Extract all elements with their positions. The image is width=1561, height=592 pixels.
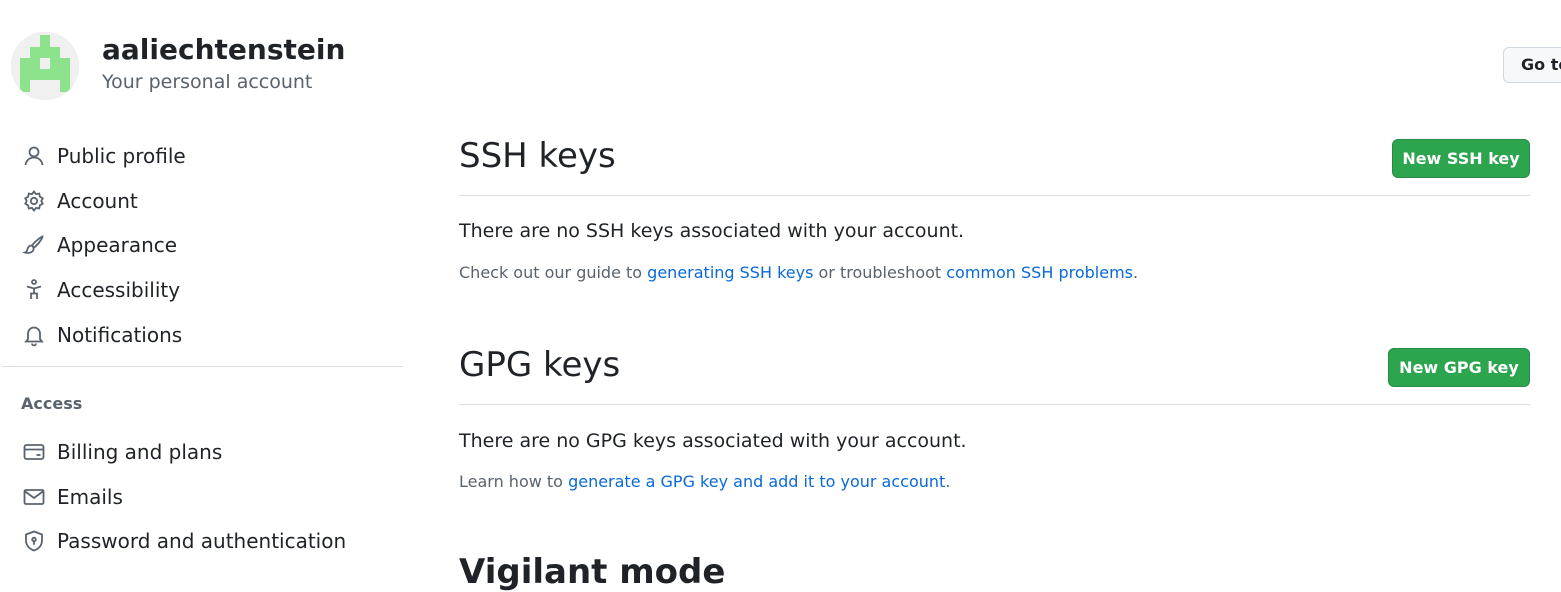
sidebar-divider: [2, 366, 403, 367]
vigilant-mode-title: Vigilant mode: [459, 552, 726, 592]
shield-lock-icon: [22, 529, 46, 553]
new-gpg-key-button[interactable]: New GPG key: [1388, 348, 1530, 387]
sidebar-item-label: Billing and plans: [57, 440, 223, 464]
sidebar-item-label: Appearance: [57, 233, 178, 257]
gpg-help-text: Learn how to generate a GPG key and add …: [459, 472, 950, 491]
mail-icon: [22, 485, 46, 509]
person-icon: [22, 144, 46, 168]
credit-card-icon: [22, 440, 46, 464]
sidebar-item-label: Password and authentication: [57, 529, 347, 553]
help-text-middle: or troubleshoot: [813, 263, 947, 282]
section-divider: [459, 404, 1530, 405]
accessibility-icon: [22, 278, 46, 302]
gpg-keys-title: GPG keys: [459, 345, 621, 385]
help-text-prefix: Check out our guide to: [459, 263, 648, 282]
sidebar-item-account[interactable]: Account: [12, 181, 392, 221]
gpg-empty-message: There are no GPG keys associated with yo…: [459, 430, 967, 452]
common-ssh-problems-link[interactable]: common SSH problems: [946, 263, 1133, 282]
ssh-empty-message: There are no SSH keys associated with yo…: [459, 220, 965, 242]
bell-icon: [22, 323, 46, 347]
sidebar-item-appearance[interactable]: Appearance: [12, 225, 392, 265]
generate-gpg-key-link[interactable]: generate a GPG key and add it to your ac…: [568, 472, 945, 491]
paintbrush-icon: [22, 233, 46, 257]
help-text-suffix: .: [1133, 263, 1139, 282]
go-to-profile-button[interactable]: Go to: [1503, 47, 1561, 83]
generating-ssh-keys-link[interactable]: generating SSH keys: [647, 263, 813, 282]
sidebar-item-notifications[interactable]: Notifications: [12, 315, 392, 355]
avatar: [11, 32, 79, 100]
sidebar-item-label: Notifications: [57, 323, 183, 347]
sidebar-item-public-profile[interactable]: Public profile: [12, 136, 392, 176]
help-text-suffix: .: [945, 472, 951, 491]
account-subtitle: Your personal account: [102, 71, 313, 93]
ssh-help-text: Check out our guide to generating SSH ke…: [459, 263, 1138, 282]
sidebar-item-label: Public profile: [57, 144, 186, 168]
sidebar-item-accessibility[interactable]: Accessibility: [12, 270, 392, 310]
sidebar-item-billing[interactable]: Billing and plans: [12, 432, 392, 472]
section-divider: [459, 195, 1530, 196]
sidebar-item-label: Emails: [57, 485, 123, 509]
ssh-keys-title: SSH keys: [459, 136, 616, 176]
sidebar-item-label: Account: [57, 189, 138, 213]
gear-icon: [22, 189, 46, 213]
help-text-prefix: Learn how to: [459, 472, 569, 491]
sidebar-item-password-authentication[interactable]: Password and authentication: [12, 521, 392, 561]
sidebar-item-emails[interactable]: Emails: [12, 477, 392, 517]
sidebar-item-label: Accessibility: [57, 278, 181, 302]
new-ssh-key-button[interactable]: New SSH key: [1392, 139, 1530, 178]
account-username[interactable]: aaliechtenstein: [102, 33, 345, 66]
sidebar-section-heading: Access: [21, 394, 83, 413]
identicon-image: [11, 32, 79, 100]
